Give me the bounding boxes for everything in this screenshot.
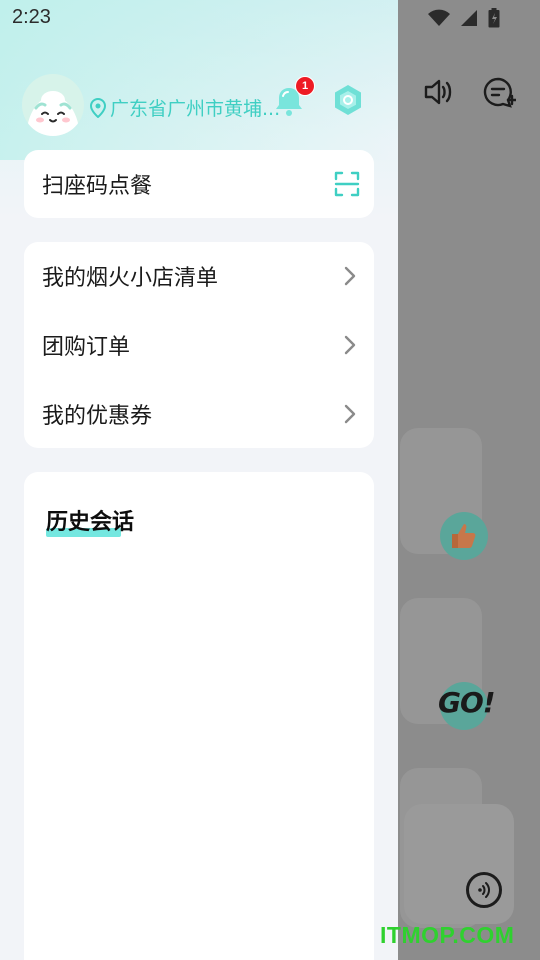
avatar[interactable] — [22, 74, 84, 136]
history-header: 历史会话 — [46, 504, 135, 537]
bottom-panel — [404, 804, 514, 924]
scan-icon — [334, 171, 360, 197]
avatar-mascot-icon — [26, 91, 80, 136]
history-title: 历史会话 — [46, 510, 135, 535]
menu-item-group-orders[interactable]: 团购订单 — [42, 311, 360, 379]
location-selector[interactable]: 广东省广州市黄埔... — [90, 94, 280, 121]
menu-item-label: 我的优惠券 — [42, 404, 153, 429]
voice-icon — [478, 882, 490, 898]
go-sticker: GO! — [438, 686, 496, 719]
chevron-right-icon — [344, 335, 356, 355]
notification-badge: 1 — [295, 76, 315, 96]
location-pin-icon — [90, 97, 106, 118]
watermark: ITMOP.COM — [380, 922, 515, 948]
menu-item-coupons[interactable]: 我的优惠券 — [42, 380, 360, 448]
volume-icon[interactable] — [420, 74, 456, 110]
scan-order-label: 扫座码点餐 — [42, 174, 153, 199]
history-card: 历史会话 — [24, 472, 374, 960]
voice-button[interactable] — [466, 872, 502, 908]
signal-icon — [461, 10, 477, 26]
chevron-right-icon — [344, 266, 356, 286]
menu-card: 我的烟火小店清单 团购订单 我的优惠券 — [24, 242, 374, 448]
menu-item-label: 我的烟火小店清单 — [42, 266, 219, 291]
wifi-icon — [428, 9, 450, 26]
chevron-right-icon — [344, 404, 356, 424]
battery-icon — [488, 8, 500, 28]
location-text: 广东省广州市黄埔... — [110, 98, 281, 120]
side-drawer: 2:23 广东省广州市黄埔... 1 扫座码点餐 我的烟火小店清单 团购订单 我… — [0, 0, 398, 960]
status-time: 2:23 — [12, 6, 51, 28]
menu-item-label: 团购订单 — [42, 335, 131, 360]
scan-order-card[interactable]: 扫座码点餐 — [24, 150, 374, 218]
chat-plus-icon[interactable] — [480, 74, 516, 110]
status-icons — [428, 6, 538, 30]
settings-icon[interactable] — [330, 82, 366, 118]
menu-item-shop-list[interactable]: 我的烟火小店清单 — [42, 242, 360, 310]
thumbs-up-icon — [452, 524, 476, 548]
